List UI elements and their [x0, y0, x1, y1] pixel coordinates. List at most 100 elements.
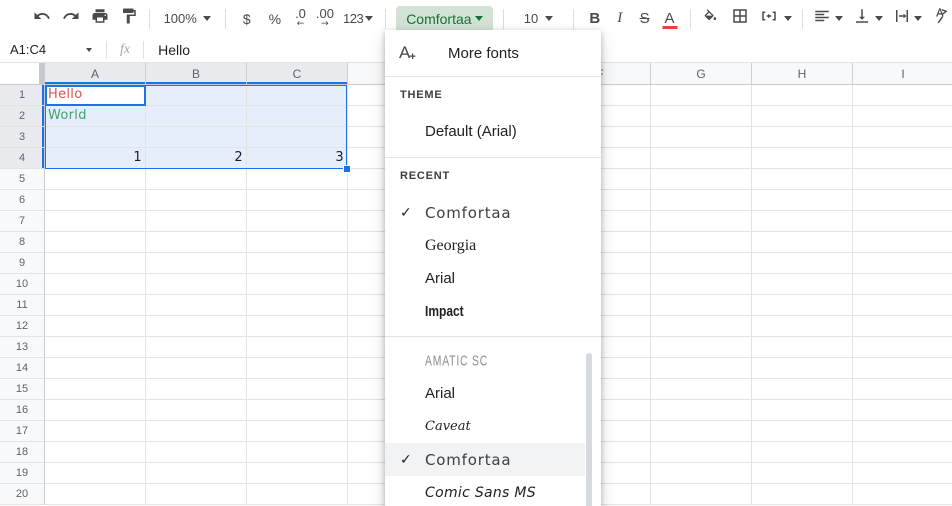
cell-B20[interactable] [146, 484, 247, 505]
row-header-13[interactable]: 13 [0, 337, 45, 358]
vertical-align-dropdown[interactable] [872, 6, 884, 32]
cell-B11[interactable] [146, 295, 247, 316]
cell-I18[interactable] [853, 442, 952, 463]
cell-I10[interactable] [853, 274, 952, 295]
select-all-corner[interactable] [0, 63, 45, 85]
cell-A5[interactable] [45, 169, 146, 190]
cell-B1[interactable] [146, 85, 247, 106]
cell-B10[interactable] [146, 274, 247, 295]
cell-B19[interactable] [146, 463, 247, 484]
cell-C3[interactable] [247, 127, 348, 148]
cell-B4[interactable]: 2 [146, 148, 247, 169]
cell-A19[interactable] [45, 463, 146, 484]
font-menu-item-comfortaa[interactable]: ✓Comfortaa [385, 443, 585, 476]
cell-H11[interactable] [752, 295, 853, 316]
cell-C13[interactable] [247, 337, 348, 358]
font-menu-item-arial[interactable]: Arial [385, 262, 585, 295]
cell-H20[interactable] [752, 484, 853, 505]
text-color-button[interactable]: A [657, 6, 682, 32]
cell-A11[interactable] [45, 295, 146, 316]
bold-button[interactable]: B [582, 6, 607, 32]
cell-H19[interactable] [752, 463, 853, 484]
cell-C10[interactable] [247, 274, 348, 295]
cell-H14[interactable] [752, 358, 853, 379]
merge-cells-button[interactable] [757, 6, 782, 32]
print-button[interactable] [88, 6, 111, 32]
cell-A16[interactable] [45, 400, 146, 421]
cell-B17[interactable] [146, 421, 247, 442]
cell-G19[interactable] [651, 463, 752, 484]
cell-A12[interactable] [45, 316, 146, 337]
cell-G3[interactable] [651, 127, 752, 148]
cell-B15[interactable] [146, 379, 247, 400]
formula-input[interactable]: Hello [150, 42, 190, 58]
cell-B18[interactable] [146, 442, 247, 463]
font-menu-item-caveat[interactable]: Caveat [385, 410, 585, 443]
cell-G1[interactable] [651, 85, 752, 106]
decrease-decimal-button[interactable]: .0 ← [290, 9, 311, 29]
row-header-5[interactable]: 5 [0, 169, 45, 190]
font-size-selector[interactable]: 10 [512, 6, 566, 32]
cell-H18[interactable] [752, 442, 853, 463]
cell-G15[interactable] [651, 379, 752, 400]
cell-G20[interactable] [651, 484, 752, 505]
cell-C11[interactable] [247, 295, 348, 316]
cell-H4[interactable] [752, 148, 853, 169]
row-header-1[interactable]: 1 [0, 85, 45, 106]
cell-B5[interactable] [146, 169, 247, 190]
cell-A3[interactable] [45, 127, 146, 148]
fill-handle[interactable] [343, 165, 351, 173]
column-header-I[interactable]: I [853, 63, 952, 85]
row-header-20[interactable]: 20 [0, 484, 45, 505]
cell-B7[interactable] [146, 211, 247, 232]
cell-G18[interactable] [651, 442, 752, 463]
font-menu-item-arial[interactable]: Arial [385, 377, 585, 410]
column-header-B[interactable]: B [146, 63, 247, 85]
cell-C4[interactable]: 3 [247, 148, 348, 169]
undo-button[interactable] [30, 6, 53, 32]
column-header-C[interactable]: C [247, 63, 348, 85]
text-wrapping-button[interactable] [891, 6, 912, 32]
cell-C1[interactable] [247, 85, 348, 106]
cell-C19[interactable] [247, 463, 348, 484]
text-wrapping-dropdown[interactable] [912, 6, 924, 32]
row-header-11[interactable]: 11 [0, 295, 45, 316]
row-header-3[interactable]: 3 [0, 127, 45, 148]
cell-A17[interactable] [45, 421, 146, 442]
column-header-G[interactable]: G [651, 63, 752, 85]
row-header-2[interactable]: 2 [0, 106, 45, 127]
borders-button[interactable] [728, 6, 753, 32]
cell-G14[interactable] [651, 358, 752, 379]
cell-B9[interactable] [146, 253, 247, 274]
cell-C12[interactable] [247, 316, 348, 337]
text-rotation-button[interactable] [931, 6, 952, 32]
font-menu-item-comic-sans-ms[interactable]: Comic Sans MS [385, 476, 585, 506]
paint-format-button[interactable] [117, 6, 140, 32]
fill-color-button[interactable] [699, 6, 724, 32]
cell-I4[interactable] [853, 148, 952, 169]
cell-A2[interactable]: World [45, 106, 146, 127]
row-header-7[interactable]: 7 [0, 211, 45, 232]
cell-C6[interactable] [247, 190, 348, 211]
horizontal-align-dropdown[interactable] [833, 6, 845, 32]
font-menu-item-amatic-sc[interactable]: Amatic SC [385, 344, 585, 377]
cell-G7[interactable] [651, 211, 752, 232]
font-menu-item-default-arial-[interactable]: Default (Arial) [385, 115, 585, 148]
cell-I13[interactable] [853, 337, 952, 358]
cell-I12[interactable] [853, 316, 952, 337]
font-menu-item-georgia[interactable]: Georgia [385, 229, 585, 262]
cell-A7[interactable] [45, 211, 146, 232]
cell-G6[interactable] [651, 190, 752, 211]
increase-decimal-button[interactable]: .00 → [311, 9, 339, 29]
cell-I17[interactable] [853, 421, 952, 442]
cell-H7[interactable] [752, 211, 853, 232]
column-header-A[interactable]: A [45, 63, 146, 85]
cell-B2[interactable] [146, 106, 247, 127]
cell-A9[interactable] [45, 253, 146, 274]
cell-A8[interactable] [45, 232, 146, 253]
cell-A10[interactable] [45, 274, 146, 295]
cell-A6[interactable] [45, 190, 146, 211]
font-menu-item-impact[interactable]: Impact [385, 295, 585, 328]
cell-I2[interactable] [853, 106, 952, 127]
cell-C7[interactable] [247, 211, 348, 232]
